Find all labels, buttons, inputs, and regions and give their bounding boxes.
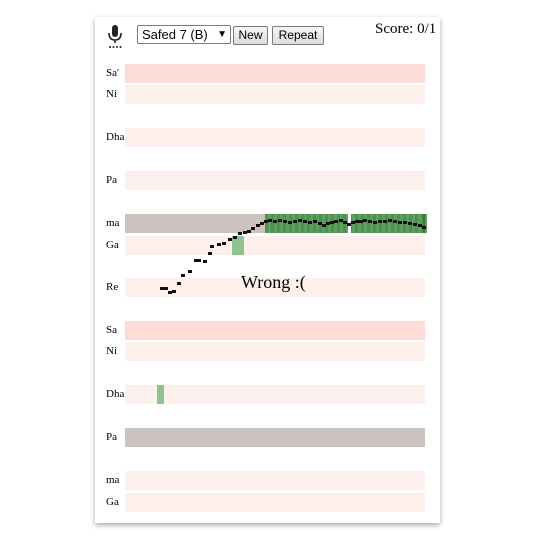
sung-segment: [391, 214, 394, 233]
pitch-point: [408, 222, 412, 225]
pitch-point: [398, 221, 402, 224]
pitch-point: [334, 220, 338, 223]
pitch-point: [347, 223, 351, 226]
pitch-point: [228, 238, 232, 241]
sung-segment: [292, 214, 295, 233]
pitch-point: [293, 220, 297, 223]
sung-segment: [379, 214, 382, 233]
pitch-point: [208, 252, 212, 255]
pitch-point: [318, 222, 322, 225]
sung-segment: [340, 214, 343, 233]
pitch-point: [217, 243, 221, 246]
pitch-point: [373, 221, 377, 224]
sung-segment: [265, 214, 268, 233]
sung-segment: [394, 214, 397, 233]
sung-segment: [301, 214, 304, 233]
exercise-card: Safed 7 (B) ▼ New Repeat Score: 0/1 Sa' N…: [95, 17, 440, 523]
sung-segment: [361, 214, 364, 233]
sung-segment: [304, 214, 307, 233]
pitch-point: [422, 226, 426, 229]
sung-segment: [313, 214, 316, 233]
pitch-trace: [157, 214, 427, 404]
pitch-point: [351, 221, 355, 224]
sung-segment: [322, 214, 325, 233]
pitch-point: [222, 242, 226, 245]
pitch-point: [339, 219, 343, 222]
pitch-point: [188, 270, 192, 273]
pitch-point: [393, 220, 397, 223]
pitch-point: [418, 224, 422, 227]
sung-segment: [355, 214, 358, 233]
sung-segment: [268, 214, 271, 233]
sung-segment: [358, 214, 361, 233]
pitch-point: [251, 227, 255, 230]
pitch-point: [172, 290, 176, 293]
sung-segment: [370, 214, 373, 233]
sung-segment: [298, 214, 301, 233]
sung-segment: [283, 214, 286, 233]
sung-segment: [382, 214, 385, 233]
pitch-point: [303, 220, 307, 223]
pitch-point: [313, 220, 317, 223]
pitch-point: [243, 231, 247, 234]
pitch-point: [197, 259, 201, 262]
pitch-point: [383, 220, 387, 223]
pitch-point: [322, 224, 326, 227]
sung-segment: [367, 214, 370, 233]
pitch-point: [298, 219, 302, 222]
pitch-point: [247, 230, 251, 233]
pitch-point: [288, 221, 292, 224]
pitch-point: [368, 220, 372, 223]
pitch-point: [326, 222, 330, 225]
pitch-point: [256, 224, 260, 227]
pitch-point: [238, 232, 242, 235]
pitch-point: [260, 222, 264, 225]
pitch-point: [388, 219, 392, 222]
sung-segment: [337, 214, 340, 233]
pitch-point: [413, 223, 417, 226]
pitch-point: [181, 274, 185, 277]
pitch-point: [283, 220, 287, 223]
pitch-point: [273, 220, 277, 223]
pitch-point: [203, 260, 207, 263]
pitch-point: [264, 220, 268, 223]
pitch-point: [355, 220, 359, 223]
sung-segment: [423, 214, 425, 233]
pitch-point: [378, 220, 382, 223]
sung-segment: [388, 214, 391, 233]
sung-segment: [295, 214, 298, 233]
sung-segment: [280, 214, 283, 233]
pitch-point: [268, 219, 272, 222]
sung-segment: [157, 385, 164, 404]
pitch-point: [233, 236, 237, 239]
pitch-point: [308, 221, 312, 224]
pitch-point: [160, 287, 164, 290]
pitch-point: [168, 291, 172, 294]
pitch-point: [359, 220, 363, 223]
sung-segment: [385, 214, 388, 233]
sung-segment: [364, 214, 367, 233]
sung-segment: [274, 214, 277, 233]
sung-segment: [418, 214, 421, 233]
sung-segment: [334, 214, 337, 233]
feedback-message: Wrong :(: [241, 272, 306, 292]
sung-segment: [277, 214, 280, 233]
pitch-point: [164, 287, 168, 290]
pitch-point: [330, 221, 334, 224]
sung-segment: [271, 214, 274, 233]
pitch-point: [403, 221, 407, 224]
pitch-point: [363, 219, 367, 222]
pitch-point: [210, 245, 214, 248]
pitch-point: [177, 282, 181, 285]
pitch-point: [278, 219, 282, 222]
pitch-point: [343, 221, 347, 224]
